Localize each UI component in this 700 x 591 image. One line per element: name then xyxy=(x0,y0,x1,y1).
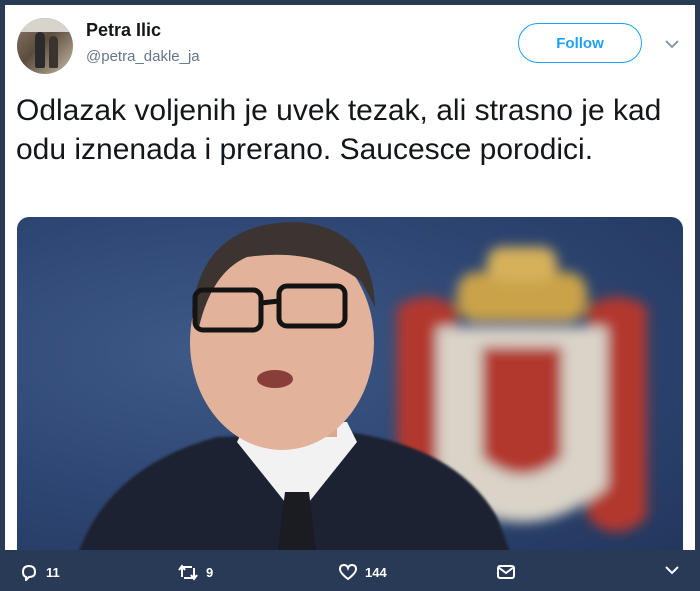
retweet-count: 9 xyxy=(206,565,214,580)
photo-illustration xyxy=(79,222,647,550)
more-button[interactable] xyxy=(664,564,680,576)
message-button[interactable] xyxy=(497,564,515,580)
tweet-actions: 11 9 144 xyxy=(0,550,700,591)
avatar-background xyxy=(17,18,73,32)
message-icon xyxy=(497,565,515,579)
avatar[interactable] xyxy=(17,18,73,74)
avatar-figure xyxy=(35,32,45,68)
like-count: 144 xyxy=(365,565,387,580)
tweet-card: Petra Ilic @petra_dakle_ja Follow Odlaza… xyxy=(5,5,695,550)
tweet-text: Odlazak voljenih je uvek tezak, ali stra… xyxy=(16,94,662,166)
user-name[interactable]: Petra Ilic xyxy=(86,20,161,41)
user-handle[interactable]: @petra_dakle_ja xyxy=(86,48,200,65)
avatar-figure xyxy=(49,36,58,68)
reply-icon xyxy=(21,564,37,581)
like-button[interactable]: 144 xyxy=(339,564,387,581)
chevron-down-icon[interactable] xyxy=(665,39,679,49)
reply-count: 11 xyxy=(46,565,60,580)
like-icon xyxy=(339,564,357,581)
chevron-down-icon xyxy=(665,566,679,575)
reply-button[interactable]: 11 xyxy=(20,564,60,581)
follow-button[interactable]: Follow xyxy=(518,23,642,63)
retweet-icon xyxy=(178,564,198,581)
retweet-button[interactable]: 9 xyxy=(178,564,213,581)
tweet-photo[interactable] xyxy=(17,217,683,550)
